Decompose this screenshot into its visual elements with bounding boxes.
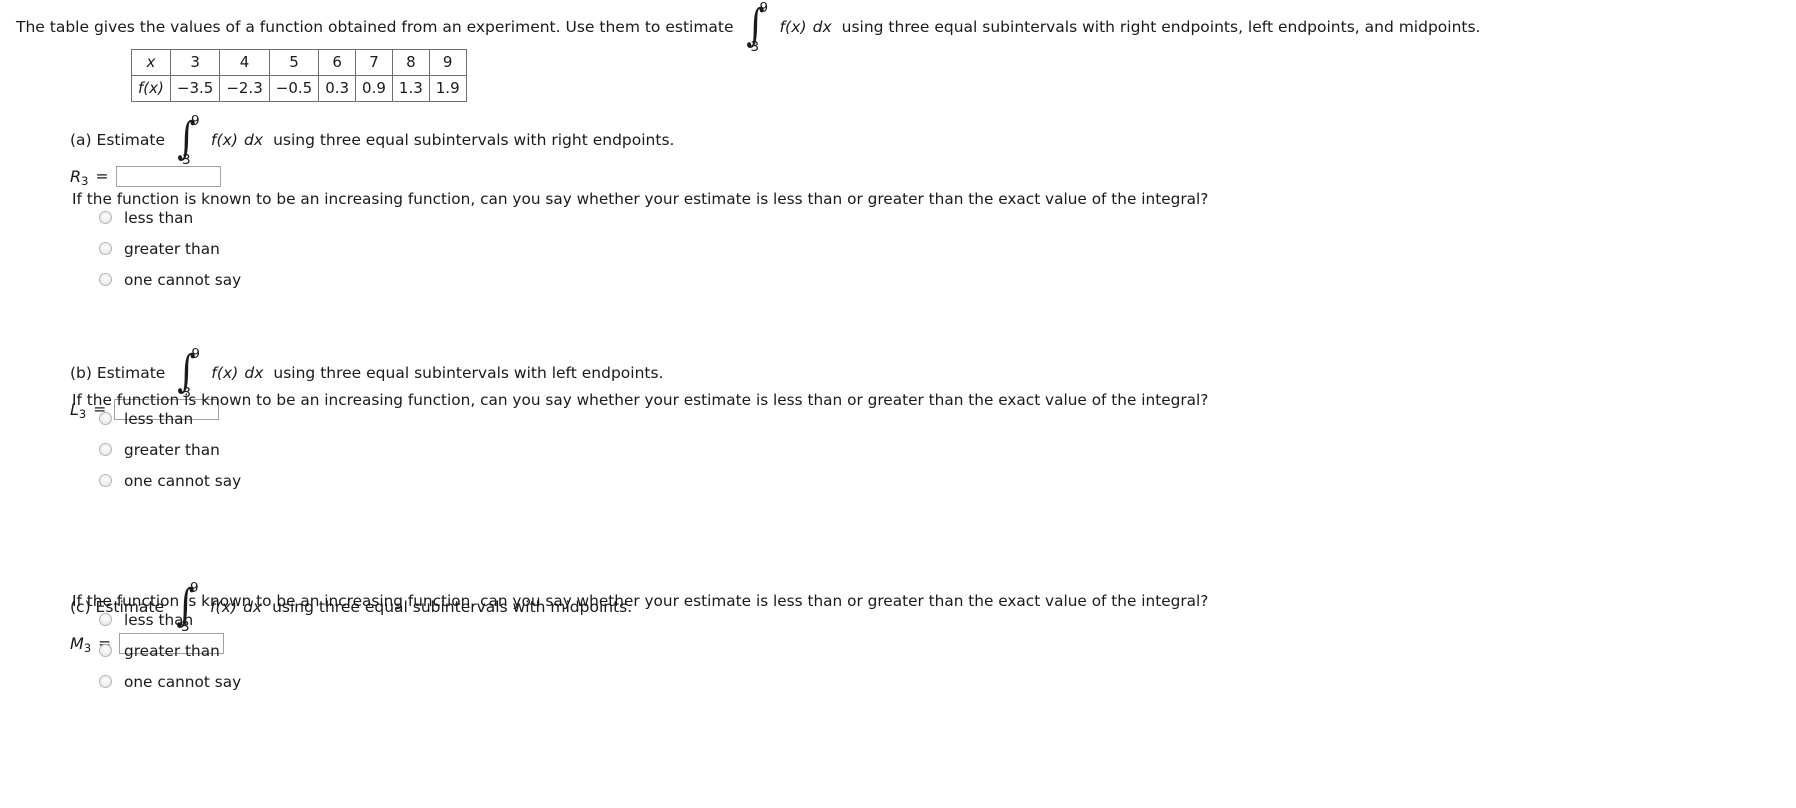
part-b-radio-group[interactable]: less than greater than one cannot say	[99, 403, 241, 496]
part-c-option-label-0: less than	[124, 610, 194, 629]
table-cell-x-5: 8	[391, 49, 430, 76]
table-cell-x-2: 5	[268, 49, 320, 76]
radio-button-icon[interactable]	[99, 675, 112, 688]
integrand-part-a: f(x)	[210, 131, 239, 149]
integral-symbol-part-b: 9 ∫ 3	[175, 346, 200, 401]
integral-lower-limit: 3	[181, 152, 191, 168]
table-row-label-fx: f(x)	[131, 75, 171, 102]
table-cell-fx-3: 0.3	[318, 75, 357, 102]
part-b-option-greater-than[interactable]: greater than	[99, 434, 241, 465]
radio-button-icon[interactable]	[99, 443, 112, 456]
radio-button-icon[interactable]	[99, 273, 112, 286]
integrand-prompt: f(x)	[779, 18, 807, 36]
table-cell-x-3: 6	[318, 49, 357, 76]
integrand-part-b: f(x)	[211, 364, 239, 382]
part-b-option-one-cannot-say[interactable]: one cannot say	[99, 465, 241, 496]
part-b-option-less-than[interactable]: less than	[99, 403, 241, 434]
radio-button-icon[interactable]	[99, 242, 112, 255]
part-a-answer-input[interactable]	[116, 165, 222, 187]
problem-page: The table gives the values of a function…	[0, 0, 1796, 808]
part-a-option-label-0: less than	[124, 208, 194, 227]
part-b-question: If the function is known to be an increa…	[72, 391, 1209, 409]
part-c-option-less-than[interactable]: less than	[99, 604, 241, 635]
part-c-option-label-1: greater than	[124, 641, 220, 660]
part-a-option-label-2: one cannot say	[124, 270, 242, 289]
part-a: (a) Estimate 9 ∫ 3 f(x) dx using three e…	[70, 113, 675, 189]
part-a-option-one-cannot-say[interactable]: one cannot say	[99, 264, 241, 295]
part-c-question: If the function is known to be an increa…	[72, 592, 1209, 610]
integral-symbol-part-a: 9 ∫ 3	[175, 113, 200, 168]
table-cell-fx-1: −2.3	[219, 75, 270, 102]
function-values-table-wrap: x 3 4 5 6 7 8 9 f(x) −3.5 −2.3 −0.5 0.3 …	[131, 49, 467, 102]
part-c-option-label-2: one cannot say	[124, 672, 242, 691]
part-c-variable: M3	[70, 633, 92, 655]
part-b-label: (b) Estimate	[70, 364, 166, 382]
table-cell-fx-5: 1.3	[391, 75, 430, 102]
problem-prompt: The table gives the values of a function…	[16, 0, 1481, 55]
table-cell-x-6: 9	[428, 49, 467, 76]
part-b-text-after: using three equal subintervals with left…	[273, 364, 664, 382]
table-row-fx: f(x) −3.5 −2.3 −0.5 0.3 0.9 1.3 1.9	[131, 75, 467, 102]
radio-button-icon[interactable]	[99, 474, 112, 487]
table-cell-x-0: 3	[169, 49, 221, 76]
part-a-radio-group[interactable]: less than greater than one cannot say	[99, 202, 241, 295]
part-a-statement: (a) Estimate 9 ∫ 3 f(x) dx using three e…	[70, 113, 675, 168]
radio-button-icon[interactable]	[99, 211, 112, 224]
table-cell-fx-2: −0.5	[268, 75, 320, 102]
differential-part-b: dx	[244, 364, 264, 382]
table-cell-fx-6: 1.9	[428, 75, 467, 102]
part-a-question: If the function is known to be an increa…	[72, 190, 1209, 208]
part-b-option-label-0: less than	[124, 409, 194, 428]
table-row-label-x: x	[131, 49, 171, 76]
radio-button-icon[interactable]	[99, 644, 112, 657]
part-a-text-after: using three equal subintervals with righ…	[273, 131, 675, 149]
part-b-statement: (b) Estimate 9 ∫ 3 f(x) dx using three e…	[70, 346, 664, 401]
part-c-radio-group[interactable]: less than greater than one cannot say	[99, 604, 241, 697]
prompt-text-before: The table gives the values of a function…	[16, 18, 734, 36]
part-a-variable: R3	[70, 166, 89, 188]
differential-part-a: dx	[244, 131, 264, 149]
table-cell-x-1: 4	[219, 49, 270, 76]
part-a-label: (a) Estimate	[70, 131, 165, 149]
integral-symbol-prompt: 9 ∫ 3	[744, 0, 769, 55]
part-a-option-label-1: greater than	[124, 239, 220, 258]
part-a-option-greater-than[interactable]: greater than	[99, 233, 241, 264]
part-c-option-one-cannot-say[interactable]: one cannot say	[99, 666, 241, 697]
function-values-table: x 3 4 5 6 7 8 9 f(x) −3.5 −2.3 −0.5 0.3 …	[131, 49, 467, 102]
part-b-option-label-2: one cannot say	[124, 471, 242, 490]
table-cell-x-4: 7	[355, 49, 393, 76]
table-cell-fx-4: 0.9	[355, 75, 393, 102]
table-cell-fx-0: −3.5	[169, 75, 221, 102]
part-c-option-greater-than[interactable]: greater than	[99, 635, 241, 666]
part-a-option-less-than[interactable]: less than	[99, 202, 241, 233]
radio-button-icon[interactable]	[99, 412, 112, 425]
table-row-x: x 3 4 5 6 7 8 9	[131, 49, 467, 76]
part-b-option-label-1: greater than	[124, 440, 220, 459]
part-a-answer-row: R3 =	[70, 163, 674, 189]
part-a-equals: =	[95, 167, 109, 185]
differential-prompt: dx	[812, 18, 832, 36]
prompt-text-after: using three equal subintervals with righ…	[841, 18, 1481, 36]
integral-lower-limit: 3	[750, 39, 760, 55]
radio-button-icon[interactable]	[99, 613, 112, 626]
